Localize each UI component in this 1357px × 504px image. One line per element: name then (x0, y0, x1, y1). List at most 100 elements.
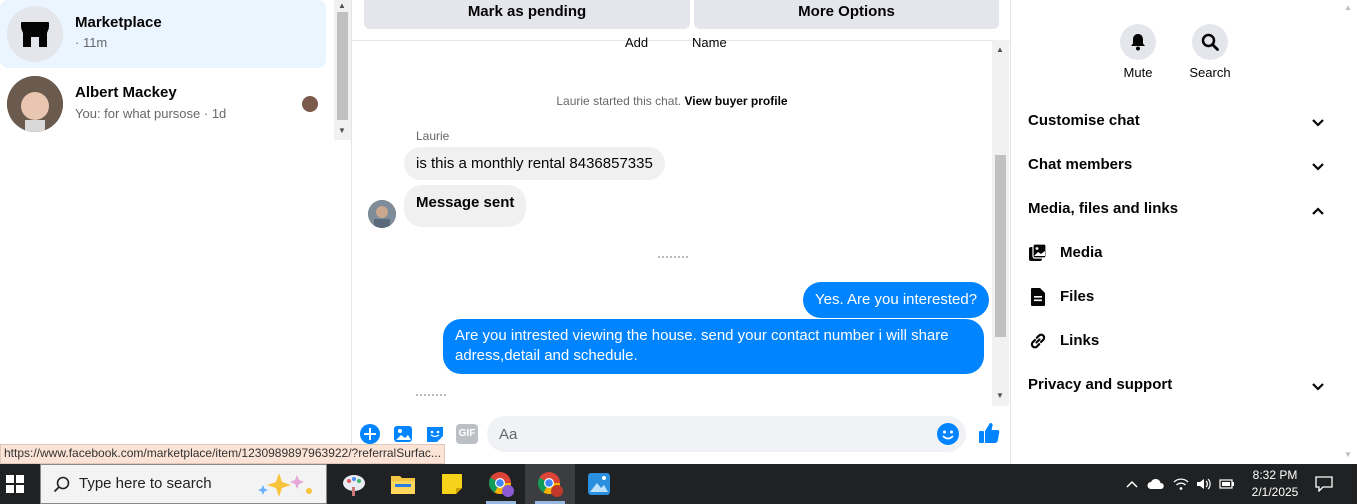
sticky-notes-icon (442, 474, 462, 494)
sparkle-icon (258, 473, 312, 497)
section-label: Privacy and support (1028, 376, 1173, 393)
outgoing-message[interactable]: Yes. Are you interested? (803, 282, 990, 318)
taskbar-app-paint[interactable] (329, 464, 379, 504)
thumbs-up-icon[interactable] (977, 421, 1001, 445)
photo-icon[interactable] (392, 423, 414, 445)
sender-avatar[interactable] (368, 200, 396, 228)
media-item[interactable]: Media (1028, 243, 1308, 267)
scroll-up-arrow-icon[interactable]: ▲ (338, 1, 346, 10)
clock-date: 2/1/2025 (1251, 485, 1299, 499)
taskbar-app-file-explorer[interactable] (378, 464, 428, 504)
taskbar-search-input[interactable] (79, 475, 279, 492)
media-files-links-section[interactable]: Media, files and links (1028, 200, 1325, 224)
incoming-message[interactable]: Message sent (404, 185, 527, 227)
network-tray-button[interactable] (1170, 464, 1192, 504)
seen-indicator-partial (416, 390, 446, 396)
speaker-icon (1197, 478, 1211, 490)
taskbar: 8:32 PM 2/1/2025 (0, 464, 1357, 504)
links-label: Links (1060, 332, 1100, 349)
file-icon (1031, 288, 1045, 306)
conversation-albert-mackey[interactable]: Albert Mackey You: for what pursose · 1d (0, 70, 326, 138)
battery-tray-button[interactable] (1216, 464, 1238, 504)
onedrive-tray-button[interactable] (1145, 464, 1167, 504)
conversation-subtitle: You: for what pursose · 1d (75, 106, 227, 121)
emoji-icon[interactable] (936, 422, 960, 446)
timestamp-partial (658, 250, 688, 258)
screen: Marketplace · 11m Albert Mackey You: for… (0, 0, 1357, 504)
incoming-message[interactable]: is this a monthly rental 8436857335 (404, 147, 665, 180)
scroll-down-arrow-icon[interactable]: ▼ (1344, 450, 1352, 459)
section-label: Chat members (1028, 156, 1133, 173)
chevron-up-icon (1126, 480, 1138, 488)
search-label: Search (1189, 65, 1231, 80)
notification-icon (1315, 476, 1333, 492)
chrome-icon (489, 472, 514, 497)
conversation-list: Marketplace · 11m Albert Mackey You: for… (0, 0, 351, 464)
plus-circle-icon[interactable] (359, 423, 381, 445)
search-icon (53, 476, 70, 493)
taskbar-app-photos[interactable] (574, 464, 624, 504)
mark-as-pending-button[interactable]: Mark as pending (364, 0, 690, 29)
outgoing-message[interactable]: Are you intrested viewing the house. sen… (443, 319, 984, 374)
wifi-icon (1173, 478, 1189, 490)
taskbar-app-sticky-notes[interactable] (427, 464, 477, 504)
show-hidden-icons-button[interactable] (1122, 464, 1142, 504)
battery-icon (1219, 479, 1234, 489)
name-label: Name (692, 35, 727, 50)
scroll-up-arrow-icon[interactable]: ▲ (996, 45, 1004, 54)
search-button[interactable] (1192, 24, 1228, 60)
link-icon (1030, 333, 1046, 349)
message-input[interactable] (499, 423, 919, 445)
avatar (7, 76, 63, 132)
media-label: Media (1060, 244, 1103, 261)
media-icon (1029, 243, 1047, 261)
customise-chat-section[interactable]: Customise chat (1028, 112, 1325, 136)
conversation-name: Albert Mackey (75, 84, 177, 101)
paint-app-icon (343, 475, 365, 496)
sender-name: Laurie (416, 129, 450, 143)
section-label: Media, files and links (1028, 200, 1179, 217)
more-options-button[interactable]: More Options (694, 0, 999, 29)
scroll-down-arrow-icon[interactable]: ▼ (996, 391, 1004, 400)
taskbar-search[interactable] (40, 464, 327, 504)
left-scrollbar[interactable]: ▲ ▼ (334, 0, 351, 140)
sticker-icon[interactable] (424, 423, 446, 445)
chevron-up-icon (1312, 207, 1324, 215)
scroll-thumb[interactable] (995, 155, 1006, 337)
search-icon (1201, 33, 1219, 51)
chrome-icon (538, 472, 563, 497)
message-composer[interactable] (487, 416, 966, 452)
folder-icon (391, 476, 415, 494)
mute-button[interactable] (1120, 24, 1156, 60)
scroll-up-arrow-icon[interactable]: ▲ (1344, 3, 1352, 12)
links-item[interactable]: Links (1028, 331, 1308, 355)
scroll-down-arrow-icon[interactable]: ▼ (338, 126, 346, 135)
photos-app-icon (588, 473, 610, 495)
view-buyer-profile-link[interactable]: View buyer profile (684, 94, 787, 108)
taskbar-app-chrome-active[interactable] (525, 464, 575, 504)
scroll-thumb[interactable] (337, 12, 348, 120)
status-url: https://www.facebook.com/marketplace/ite… (0, 444, 445, 464)
gif-icon[interactable]: GIF (456, 424, 478, 444)
chat-scrollbar[interactable]: ▲ ▼ (992, 40, 1009, 406)
store-icon (21, 22, 49, 47)
files-item[interactable]: Files (1028, 287, 1308, 311)
notification-center-button[interactable] (1312, 464, 1336, 504)
taskbar-clock[interactable]: 8:32 PM 2/1/2025 (1240, 467, 1310, 501)
volume-tray-button[interactable] (1193, 464, 1215, 504)
chat-started-text: Laurie started this chat. (556, 94, 682, 108)
conversation-name: Marketplace (75, 14, 162, 31)
divider (352, 40, 1011, 41)
chevron-down-icon (1312, 163, 1324, 171)
files-label: Files (1060, 288, 1095, 305)
privacy-support-section[interactable]: Privacy and support (1028, 376, 1325, 400)
cloud-icon (1147, 478, 1164, 489)
right-scrollbar[interactable]: ▲ ▼ (1340, 0, 1357, 464)
clock-time: 8:32 PM (1252, 468, 1298, 482)
add-label: Add (625, 35, 649, 50)
chat-members-section[interactable]: Chat members (1028, 156, 1325, 180)
conversation-marketplace[interactable]: Marketplace · 11m (0, 0, 326, 68)
taskbar-app-chrome-profile[interactable] (476, 464, 526, 504)
conversation-subtitle: · 11m (75, 35, 108, 50)
windows-start-icon[interactable] (6, 475, 24, 493)
